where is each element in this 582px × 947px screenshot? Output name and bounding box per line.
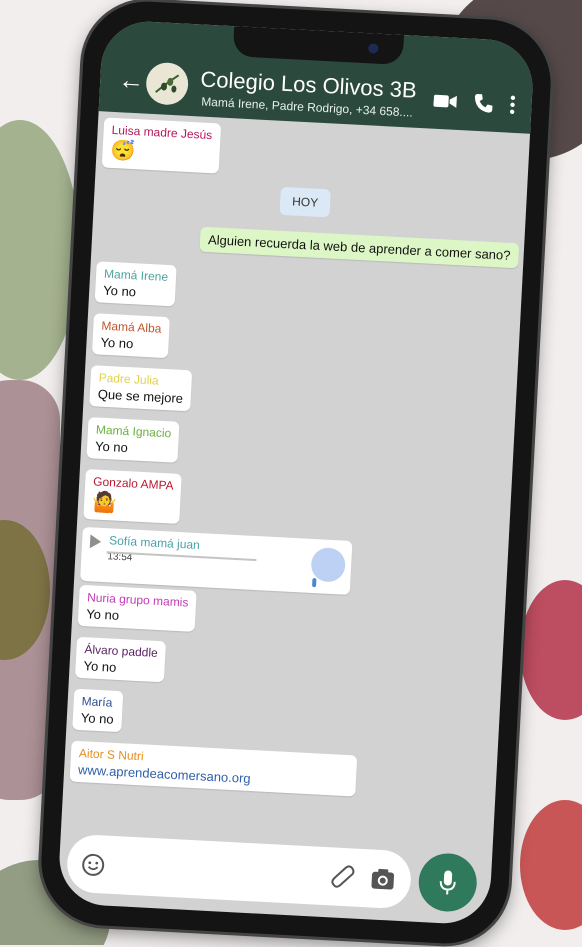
message-bubble: Mamá Ignacio Yo no [86, 417, 180, 463]
message-sender: María [81, 694, 113, 710]
message-bubble: Nuria grupo mamis Yo no [77, 584, 198, 632]
message-bubble: María Yo no [72, 688, 124, 733]
group-avatar[interactable] [145, 61, 190, 106]
outgoing-message-bubble: Alguien recuerda la web de aprender a co… [199, 226, 520, 269]
mic-icon [439, 870, 456, 895]
day-separator: HOY [279, 186, 331, 218]
mic-badge-icon [312, 578, 317, 588]
phone-frame: ← Colegio Los Olivos 3B Mamá Irene, Padr… [38, 0, 554, 947]
message-sender: Mamá Alba [101, 318, 162, 336]
chat-area: Luisa madre Jesús 😴 HOY Alguien recuerda… [62, 111, 530, 836]
message-sender: Mamá Irene [103, 266, 169, 285]
message-bubble: Mamá Irene Yo no [94, 261, 177, 307]
more-vert-icon[interactable] [509, 95, 516, 115]
message-bubble: Álvaro paddle Yo no [74, 636, 167, 683]
message-bubble: Padre Julia Que se mejore [89, 365, 193, 412]
play-icon[interactable] [89, 534, 102, 549]
message-text: Yo no [100, 334, 134, 352]
message-text: Yo no [94, 438, 129, 456]
message-sender: Gonzalo AMPA [92, 474, 174, 493]
attach-icon[interactable] [330, 863, 355, 890]
sender-avatar [310, 546, 347, 583]
emoji-icon[interactable] [81, 852, 106, 877]
phone-icon[interactable] [473, 93, 494, 114]
message-text: Yo no [83, 658, 117, 675]
message-sender: Mamá Ignacio [95, 422, 172, 441]
message-sender: Álvaro paddle [84, 642, 159, 661]
mic-button[interactable] [417, 852, 479, 913]
message-bubble: Mamá Alba Yo no [91, 313, 170, 359]
header-actions [433, 91, 516, 115]
camera-icon[interactable] [370, 867, 395, 890]
message-bubble: Gonzalo AMPA 🤷 [83, 468, 183, 524]
sleeping-face-emoji: 😴 [110, 139, 137, 164]
message-text: Que se mejore [97, 386, 184, 406]
phone-mockup: ← Colegio Los Olivos 3B Mamá Irene, Padr… [0, 0, 582, 947]
message-text: Yo no [80, 710, 115, 727]
message-bubble: Luisa madre Jesús 😴 [101, 117, 221, 174]
back-arrow-icon[interactable]: ← [118, 64, 146, 95]
message-bubble: Aitor S Nutri www.aprendeacomersano.org [69, 740, 358, 797]
video-call-icon[interactable] [433, 93, 458, 110]
message-text: Alguien recuerda la web de aprender a co… [207, 232, 511, 263]
message-text: Yo no [85, 606, 120, 623]
voice-message-bubble: Sofía mamá juan 13:54 [80, 526, 353, 595]
message-text: Yo no [102, 282, 137, 300]
message-input[interactable] [65, 833, 413, 910]
olive-branch-icon [155, 74, 180, 93]
phone-screen: ← Colegio Los Olivos 3B Mamá Irene, Padr… [57, 19, 535, 926]
shrug-emoji: 🤷 [91, 491, 118, 515]
